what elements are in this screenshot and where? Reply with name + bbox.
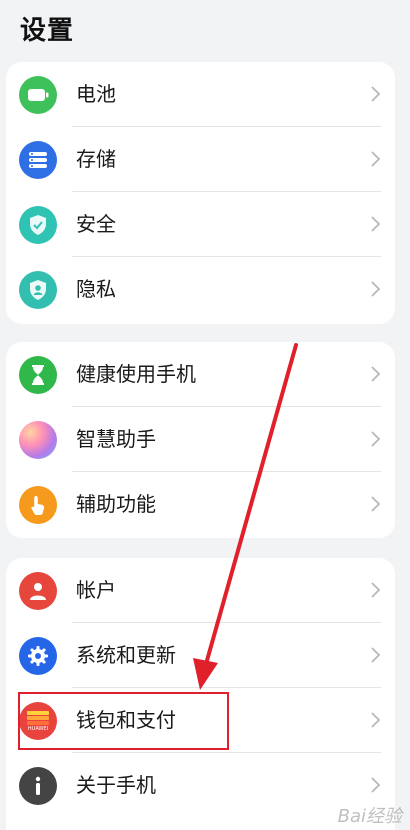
annotation-arrow (193, 343, 298, 690)
watermark: Bai经验 (337, 806, 402, 827)
